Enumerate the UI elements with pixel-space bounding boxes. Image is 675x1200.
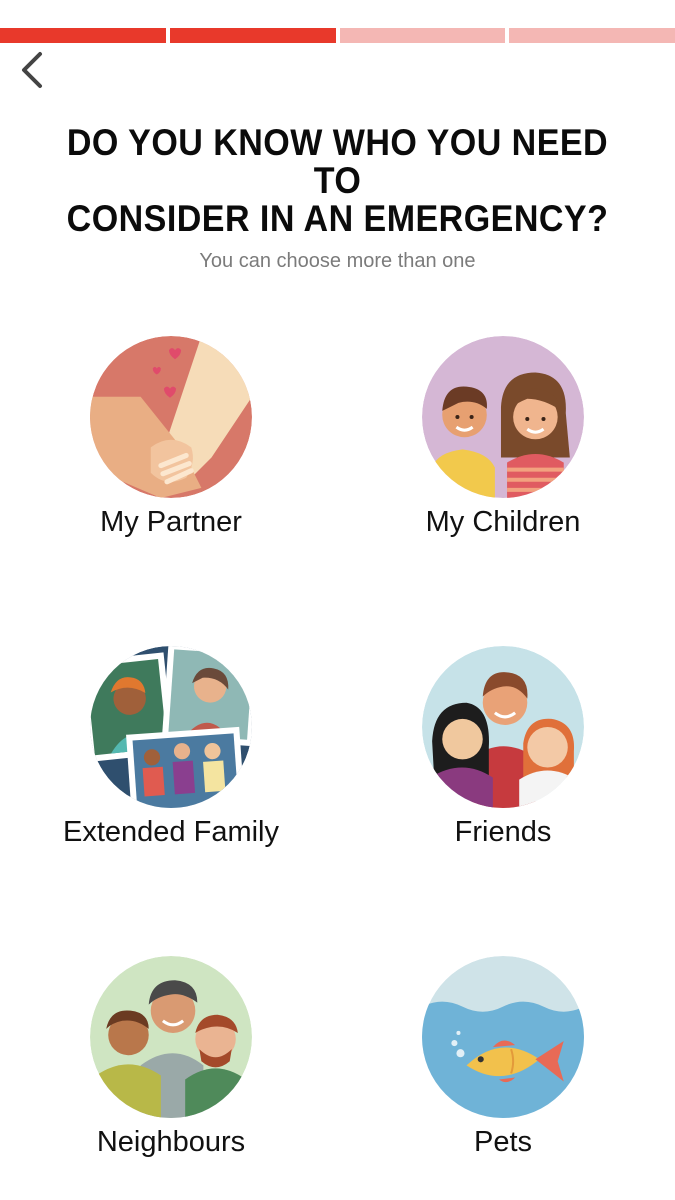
back-button[interactable] — [14, 50, 54, 90]
progress-step-2 — [169, 28, 336, 43]
holding-hands-icon — [90, 336, 252, 498]
page-subtitle: You can choose more than one — [199, 250, 476, 272]
option-my-children[interactable]: My Children — [338, 336, 668, 542]
friends-icon — [422, 646, 584, 808]
page-title: DO YOU KNOW WHO YOU NEED TO CONSIDER IN … — [45, 124, 629, 238]
progress-step-4 — [509, 28, 675, 43]
chevron-left-icon — [22, 52, 42, 88]
option-label: My Partner — [100, 506, 242, 538]
progress-step-1 — [0, 28, 166, 43]
title-line-2: CONSIDER IN AN EMERGENCY? — [66, 198, 609, 239]
family-photos-icon — [90, 646, 252, 808]
option-label: Extended Family — [63, 816, 279, 848]
option-friends[interactable]: Friends — [338, 646, 668, 852]
option-label: Pets — [473, 1126, 533, 1158]
option-label: My Children — [425, 506, 581, 538]
progress-step-3 — [339, 28, 506, 43]
option-pets[interactable]: Pets — [338, 956, 668, 1162]
option-extended-family[interactable]: Extended Family — [6, 646, 336, 852]
title-line-1: DO YOU KNOW WHO YOU NEED TO — [66, 122, 609, 201]
option-my-partner[interactable]: My Partner — [6, 336, 336, 542]
progress-bar — [0, 28, 675, 43]
option-label: Friends — [454, 816, 552, 848]
neighbours-icon — [90, 956, 252, 1118]
option-neighbours[interactable]: Neighbours — [6, 956, 336, 1162]
children-icon — [422, 336, 584, 498]
fish-icon — [422, 956, 584, 1118]
option-label: Neighbours — [96, 1126, 246, 1158]
